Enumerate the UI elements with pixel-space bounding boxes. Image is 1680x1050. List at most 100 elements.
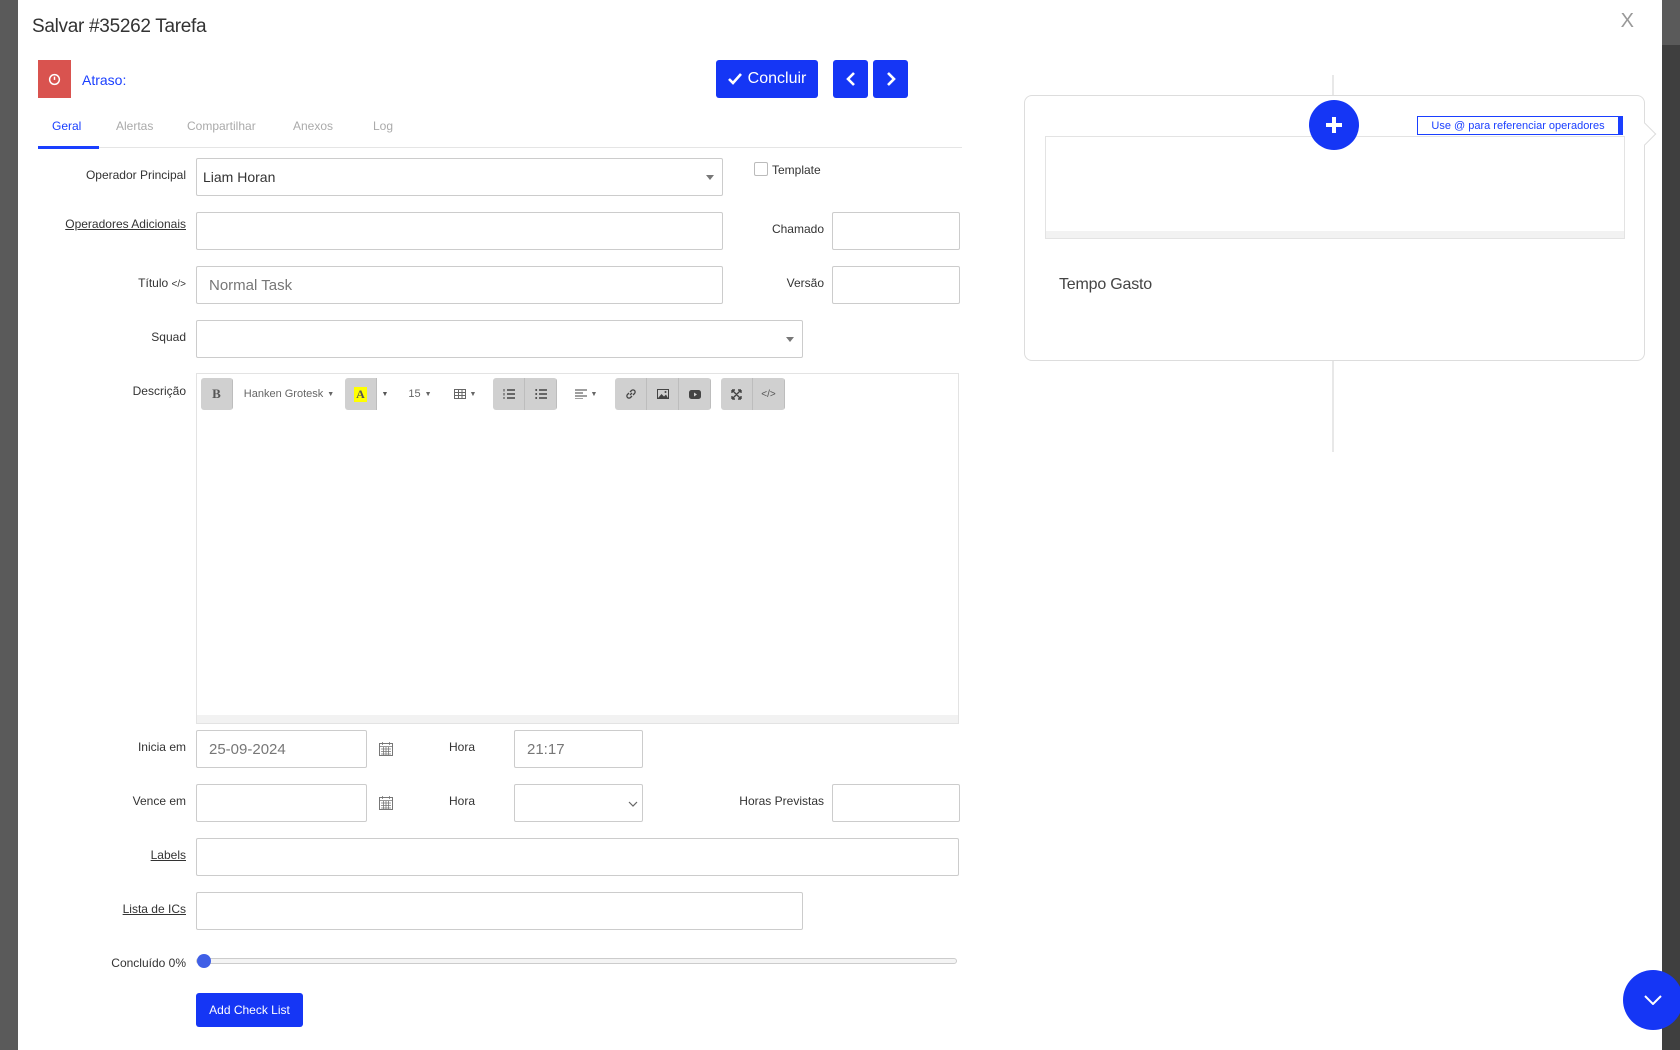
modal-backdrop	[1660, 45, 1680, 1050]
font-color-button[interactable]: A	[345, 378, 377, 410]
table-dropdown[interactable]: ▼	[447, 378, 483, 410]
conclude-button[interactable]: Concluir	[716, 60, 818, 98]
title-value: Normal Task	[209, 276, 293, 294]
ticket-input[interactable]	[832, 212, 960, 250]
dropdown-caret-icon	[786, 337, 794, 342]
unordered-list-icon	[534, 389, 547, 399]
description-editor[interactable]: B Hanken Grotesk ▼ A ▼ 15 ▼ ▼ ▼ </>	[196, 373, 959, 724]
clock-icon	[48, 73, 61, 85]
caret-icon: ▼	[469, 390, 477, 398]
title-label-row: Título </>	[38, 276, 186, 290]
template-label: Template	[772, 163, 821, 177]
calendar-icon[interactable]	[379, 742, 393, 756]
dropdown-caret-icon	[706, 175, 714, 180]
unordered-list-button[interactable]	[525, 378, 557, 410]
next-task-button[interactable]	[873, 60, 908, 98]
tab-log[interactable]: Log	[373, 119, 393, 133]
font-family-dropdown[interactable]: Hanken Grotesk ▼	[243, 378, 335, 410]
labels-input[interactable]	[196, 838, 959, 876]
comment-input[interactable]	[1045, 136, 1625, 239]
caret-icon: ▼	[424, 390, 432, 398]
add-checklist-button[interactable]: Add Check List	[196, 993, 303, 1027]
tab-anexos[interactable]: Anexos	[293, 119, 333, 133]
title-input[interactable]: Normal Task	[196, 266, 723, 304]
tab-geral[interactable]: Geral	[52, 119, 81, 133]
font-size-value: 15	[408, 388, 421, 400]
close-button[interactable]: X	[1621, 10, 1634, 33]
ic-list-input[interactable]	[196, 892, 803, 930]
caret-icon: ▼	[327, 390, 335, 398]
due-at-label: Vence em	[132, 794, 186, 808]
video-icon	[688, 389, 701, 399]
additional-operators-input[interactable]	[196, 212, 723, 250]
link-icon	[625, 389, 636, 399]
ordered-list-icon	[503, 389, 515, 399]
ticket-label: Chamado	[771, 222, 824, 236]
task-modal: Salvar #35262 Tarefa X Atraso: Concluir …	[18, 0, 1680, 1050]
version-input[interactable]	[832, 266, 960, 304]
check-icon	[727, 73, 742, 85]
due-time-select[interactable]	[514, 784, 643, 822]
fullscreen-button[interactable]	[721, 378, 753, 410]
starts-at-value: 25-09-2024	[209, 740, 286, 758]
expected-hours-label: Horas Previstas	[739, 794, 824, 808]
ordered-list-button[interactable]	[493, 378, 525, 410]
starts-at-label: Inicia em	[137, 740, 186, 754]
completed-label: Concluído 0%	[111, 956, 186, 970]
font-color-icon: A	[354, 386, 367, 402]
code-icon: </>	[761, 388, 776, 400]
modal-title: Salvar #35262 Tarefa	[32, 16, 207, 37]
scroll-down-button[interactable]	[1623, 970, 1680, 1030]
link-button[interactable]	[615, 378, 647, 410]
description-label: Descrição	[132, 384, 186, 398]
template-checkbox[interactable]	[754, 162, 768, 176]
squad-label: Squad	[151, 330, 186, 344]
ic-list-link[interactable]: Lista de ICs	[38, 902, 186, 916]
expected-hours-input[interactable]	[832, 784, 960, 822]
table-icon	[453, 389, 466, 399]
delay-label: Atraso:	[82, 72, 127, 88]
labels-link[interactable]: Labels	[38, 848, 186, 862]
fullscreen-icon	[731, 388, 742, 400]
paragraph-align-dropdown[interactable]: ▼	[567, 378, 605, 410]
tab-alertas[interactable]: Alertas	[116, 119, 153, 133]
chevron-left-icon	[845, 72, 855, 86]
code-view-button[interactable]: </>	[753, 378, 785, 410]
image-button[interactable]	[647, 378, 679, 410]
main-operator-value: Liam Horan	[203, 169, 276, 185]
tab-bar: Geral Alertas Compartilhar Anexos Log	[38, 114, 962, 149]
start-time-label: Hora	[448, 740, 475, 754]
additional-operators-link[interactable]: Operadores Adicionais	[38, 217, 186, 231]
font-size-dropdown[interactable]: 15 ▼	[403, 378, 437, 410]
video-button[interactable]	[679, 378, 711, 410]
due-at-input[interactable]	[196, 784, 367, 822]
squad-select[interactable]	[196, 320, 803, 358]
font-color-dropdown[interactable]: ▼	[377, 378, 393, 410]
bold-button[interactable]: B	[201, 378, 233, 410]
completion-slider-thumb[interactable]	[197, 954, 211, 968]
tab-compartilhar[interactable]: Compartilhar	[187, 119, 256, 133]
due-time-label: Hora	[448, 794, 475, 808]
chevron-down-icon	[1644, 995, 1662, 1005]
start-time-input[interactable]: 21:17	[514, 730, 643, 768]
chevron-right-icon	[886, 72, 896, 86]
caret-icon: ▼	[590, 390, 598, 398]
delay-indicator	[38, 60, 71, 98]
panel-arrow	[1633, 122, 1657, 146]
code-icon: </>	[171, 279, 186, 290]
active-tab-indicator	[38, 146, 99, 149]
image-icon	[656, 389, 669, 399]
editor-resize-handle[interactable]	[197, 715, 958, 723]
conclude-label: Concluir	[747, 70, 807, 87]
main-operator-select[interactable]: Liam Horan	[196, 158, 723, 196]
completion-slider[interactable]	[196, 954, 957, 968]
comment-resize-handle[interactable]	[1046, 231, 1624, 238]
plus-icon	[1326, 117, 1342, 133]
align-left-icon	[574, 389, 587, 399]
calendar-icon[interactable]	[379, 796, 393, 810]
mention-hint: Use @ para referenciar operadores	[1417, 116, 1623, 135]
previous-task-button[interactable]	[833, 60, 868, 98]
starts-at-input[interactable]: 25-09-2024	[196, 730, 367, 768]
font-family-value: Hanken Grotesk	[243, 388, 324, 400]
add-comment-button[interactable]	[1309, 100, 1359, 150]
